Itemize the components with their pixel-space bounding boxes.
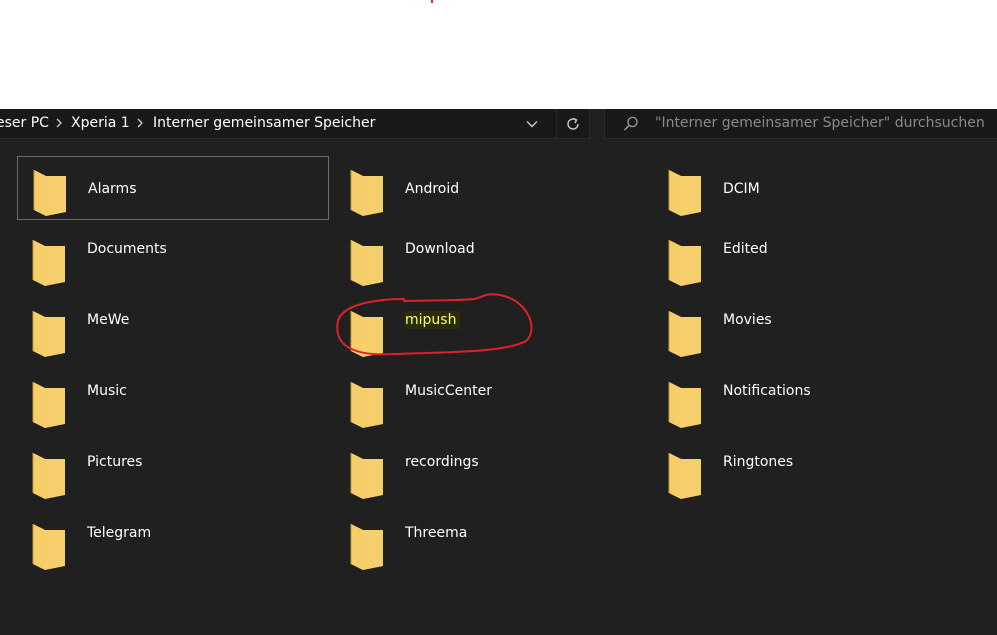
folder-icon: [31, 449, 67, 501]
folder-label: mipush: [405, 311, 461, 329]
folder-item[interactable]: MusicCenter: [335, 358, 647, 428]
search-input[interactable]: "Interner gemeinsamer Speicher" durchsuc…: [655, 114, 985, 132]
folder-icon: [667, 236, 703, 288]
folder-icon: [31, 307, 67, 359]
chevron-down-icon[interactable]: [518, 111, 546, 137]
folder-label: MusicCenter: [405, 383, 492, 399]
folder-item[interactable]: Movies: [653, 287, 965, 357]
folder-label: Music: [87, 383, 127, 399]
folder-icon: [31, 520, 67, 572]
folder-label: Android: [405, 181, 460, 197]
folder-item[interactable]: Music: [17, 358, 329, 428]
folder-item[interactable]: Android: [335, 156, 647, 220]
file-explorer-window: eser PC Xperia 1 Interner gemeinsamer Sp…: [0, 109, 997, 635]
folder-item[interactable]: Documents: [17, 216, 329, 286]
folder-item[interactable]: recordings: [335, 429, 647, 499]
chevron-right-icon[interactable]: [54, 114, 64, 132]
folder-item[interactable]: mipush: [335, 287, 647, 357]
folder-item[interactable]: Telegram: [17, 500, 329, 570]
breadcrumb-internal-storage[interactable]: Interner gemeinsamer Speicher: [153, 114, 375, 132]
folder-label: Download: [405, 241, 475, 257]
folder-label: Notifications: [723, 383, 811, 399]
folder-item[interactable]: Pictures: [17, 429, 329, 499]
folder-label: Documents: [87, 241, 167, 257]
folder-icon: [667, 449, 703, 501]
folder-icon: [349, 378, 385, 430]
folder-icon: [667, 307, 703, 359]
folder-item[interactable]: MeWe: [17, 287, 329, 357]
folder-icon: [349, 236, 385, 288]
chevron-right-icon[interactable]: [135, 114, 145, 132]
folder-label: DCIM: [723, 181, 760, 197]
folder-item[interactable]: Download: [335, 216, 647, 286]
search-icon: [622, 115, 640, 133]
refresh-icon[interactable]: [556, 109, 588, 138]
folder-label: Alarms: [88, 181, 137, 197]
folder-label: Pictures: [87, 454, 143, 470]
folder-label: Threema: [405, 525, 468, 541]
folder-item[interactable]: Ringtones: [653, 429, 965, 499]
folder-icon: [32, 166, 68, 218]
folder-icon: [31, 236, 67, 288]
folder-icon: [349, 166, 385, 218]
folder-item[interactable]: DCIM: [653, 156, 965, 220]
folder-label: Edited: [723, 241, 768, 257]
breadcrumb-this-pc[interactable]: eser PC: [0, 114, 49, 132]
folder-item[interactable]: Alarms: [17, 156, 329, 220]
folder-item[interactable]: Notifications: [653, 358, 965, 428]
folder-icon: [349, 520, 385, 572]
white-top-area: [0, 0, 997, 109]
folder-label: recordings: [405, 454, 479, 470]
address-bar[interactable]: eser PC Xperia 1 Interner gemeinsamer Sp…: [0, 109, 590, 139]
folder-icon: [349, 449, 385, 501]
folder-label: Ringtones: [723, 454, 794, 470]
folder-icon: [667, 378, 703, 430]
search-box[interactable]: "Interner gemeinsamer Speicher" durchsuc…: [604, 109, 997, 139]
folder-label: MeWe: [87, 312, 130, 328]
folder-label: Telegram: [87, 525, 152, 541]
folder-icon: [349, 307, 385, 359]
folder-label: Movies: [723, 312, 772, 328]
folder-icon: [31, 378, 67, 430]
folder-item[interactable]: Threema: [335, 500, 647, 570]
folder-item[interactable]: Edited: [653, 216, 965, 286]
red-mark: [431, 0, 433, 3]
breadcrumb-xperia[interactable]: Xperia 1: [71, 114, 130, 132]
folder-icon: [667, 166, 703, 218]
